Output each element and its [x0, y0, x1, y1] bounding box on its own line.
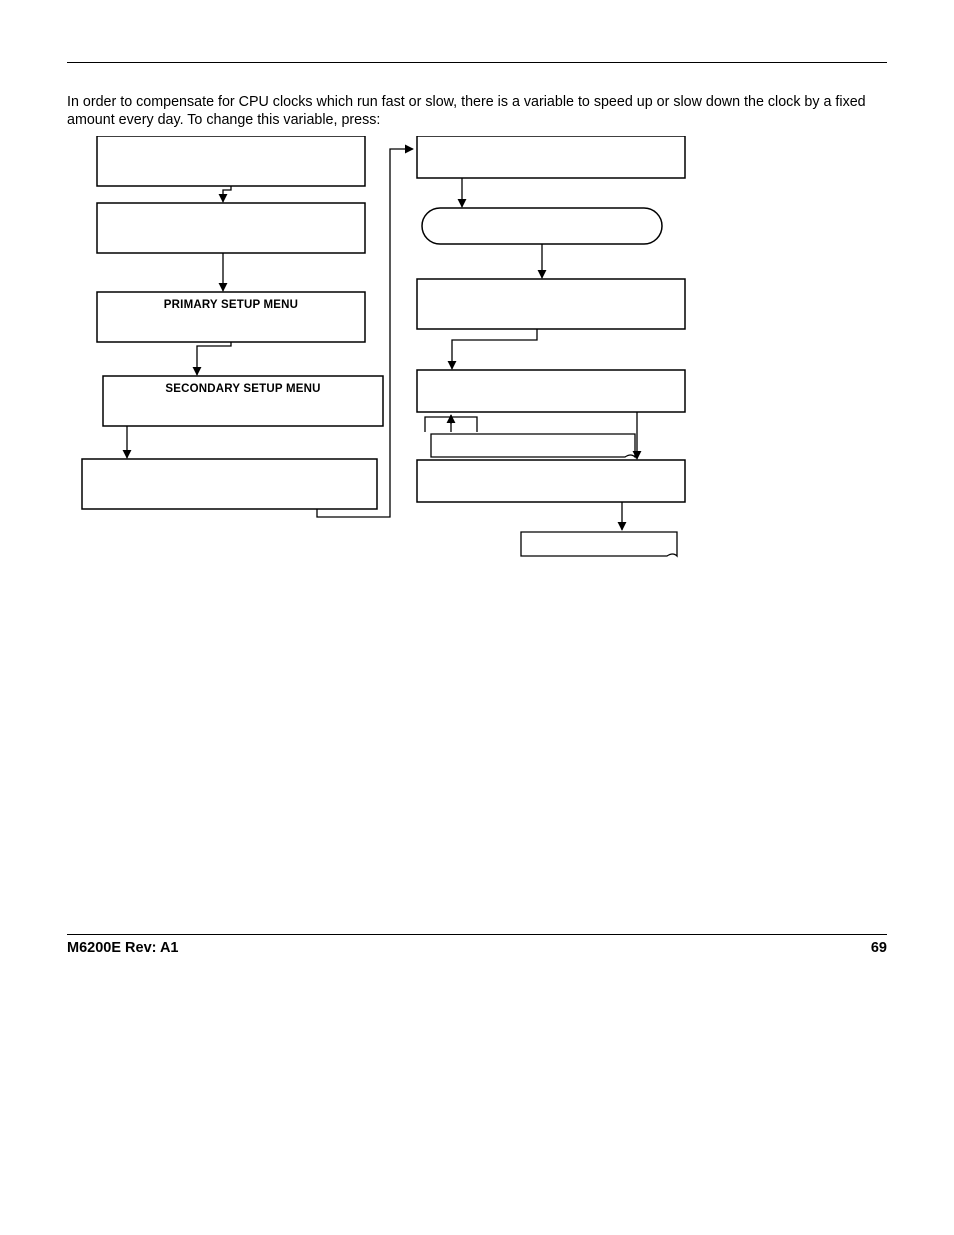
intro-paragraph: In order to compensate for CPU clocks wh…	[67, 94, 887, 130]
flow-box-l4-label: SECONDARY SETUP MENU	[165, 383, 320, 395]
flow-box-r1	[417, 136, 685, 178]
flow-note-r1	[431, 434, 635, 457]
footer-page: 69	[871, 940, 887, 956]
flow-box-l3-label: PRIMARY SETUP MENU	[164, 299, 298, 311]
flow-box-r4	[417, 460, 685, 502]
footer-rev: M6200E Rev: A1	[67, 940, 179, 956]
flow-box-l5	[82, 459, 377, 509]
flow-box-l2	[97, 203, 365, 253]
flow-box-l1	[97, 136, 365, 186]
flowchart: PRIMARY SETUP MENU SECONDARY SETUP MENU	[67, 136, 727, 576]
flow-note-r2	[521, 532, 677, 556]
flow-oval	[422, 208, 662, 244]
footer-rule	[67, 934, 887, 935]
top-rule	[67, 62, 887, 63]
flow-box-r2	[417, 279, 685, 329]
flow-box-r3	[417, 370, 685, 412]
